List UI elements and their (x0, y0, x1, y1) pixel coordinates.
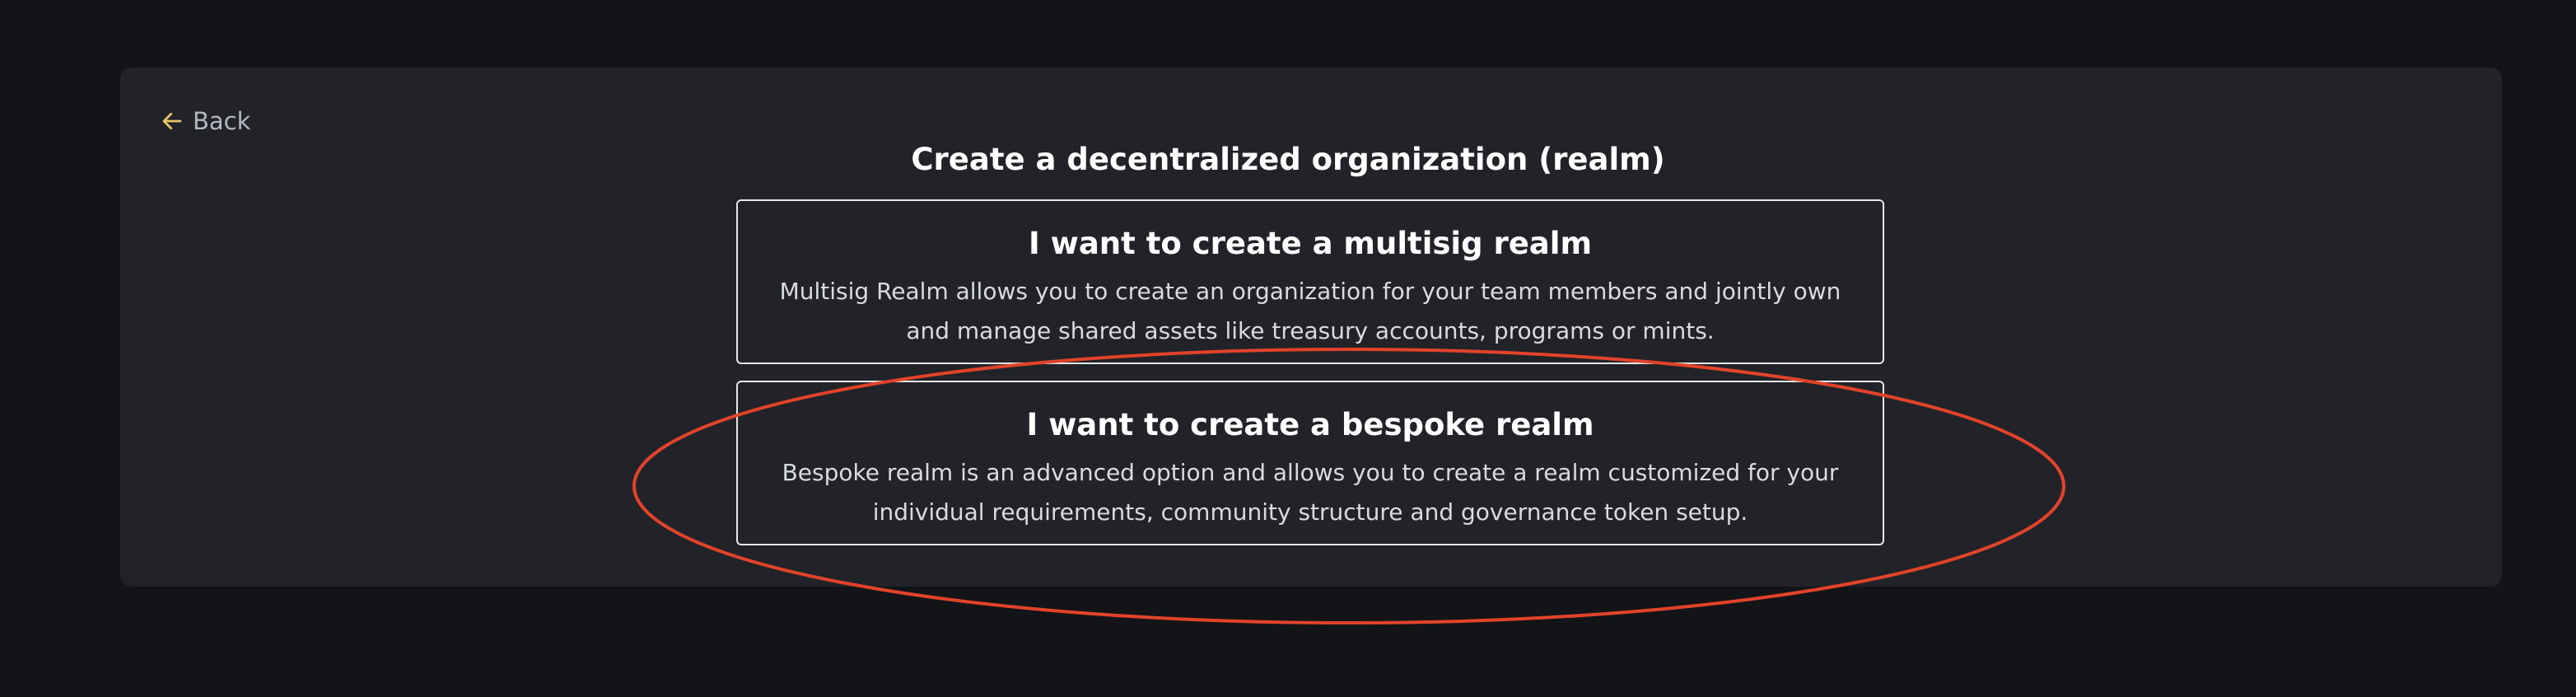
option-title: I want to create a multisig realm (1028, 226, 1592, 261)
arrow-left-icon (162, 112, 182, 130)
page-title: Create a decentralized organization (rea… (911, 142, 1665, 177)
bespoke-realm-option[interactable]: I want to create a bespoke realm Bespoke… (736, 381, 1884, 545)
option-description: Bespoke realm is an advanced option and … (782, 459, 1839, 526)
back-label: Back (193, 107, 251, 135)
multisig-realm-option[interactable]: I want to create a multisig realm Multis… (736, 199, 1884, 364)
page: Back Create a decentralized organization… (0, 0, 2576, 697)
option-description: Multisig Realm allows you to create an o… (779, 278, 1841, 344)
option-title: I want to create a bespoke realm (1026, 407, 1594, 442)
back-button[interactable]: Back (160, 107, 250, 135)
